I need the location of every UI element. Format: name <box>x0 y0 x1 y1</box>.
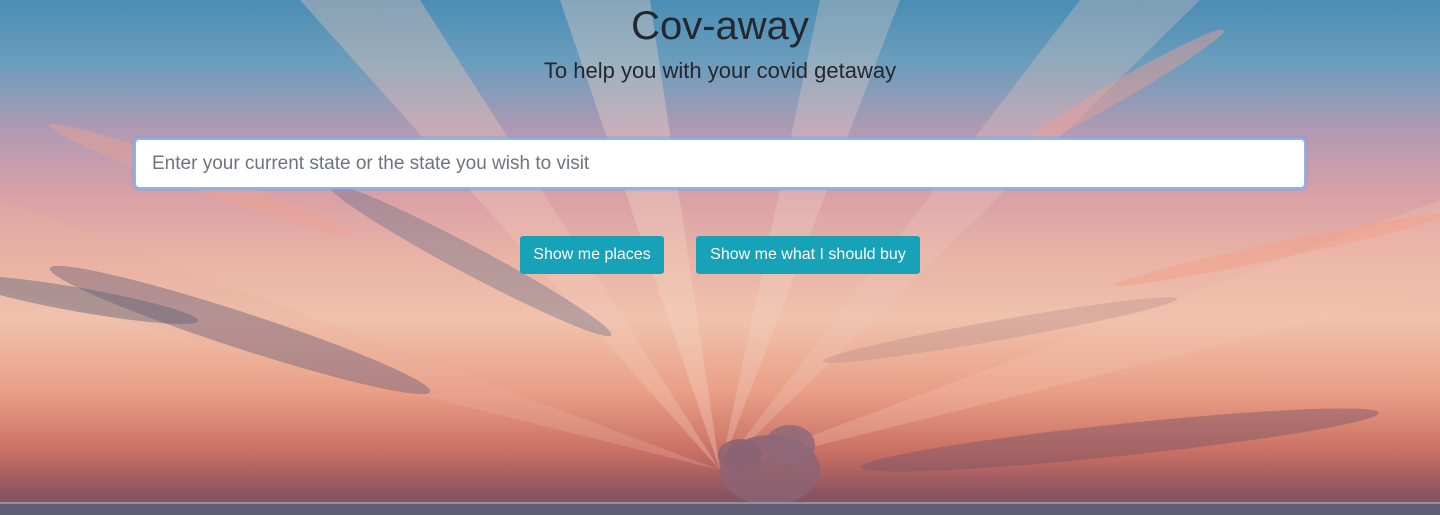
state-search-input[interactable] <box>134 138 1306 189</box>
show-places-button[interactable]: Show me places <box>520 236 664 274</box>
app-title: Cov-away <box>631 4 809 48</box>
show-shopping-button[interactable]: Show me what I should buy <box>696 236 920 274</box>
app-subtitle: To help you with your covid getaway <box>543 58 897 83</box>
